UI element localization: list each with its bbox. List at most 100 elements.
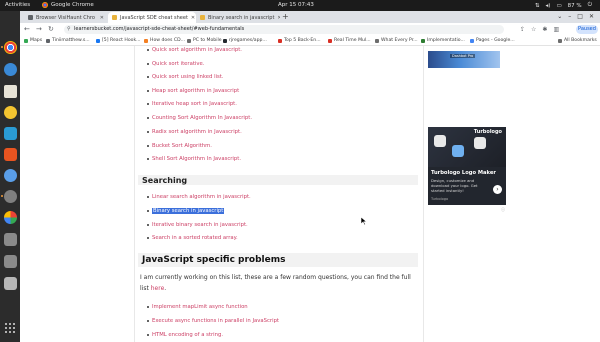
- tab-strip: Browser VisiHaunt Chro ✕ JavaScript SDE …: [20, 11, 600, 23]
- bookmark-icon: [144, 38, 148, 43]
- ad-banner[interactable]: Dashbot Pro: [428, 51, 500, 68]
- tab-visihaunt[interactable]: Browser VisiHaunt Chro ✕: [24, 12, 108, 23]
- bookmark-item[interactable]: rjregames/app...: [223, 38, 267, 43]
- list-item-link[interactable]: Counting Sort Algorithm In Javascript.: [146, 115, 252, 121]
- tab-binary-search[interactable]: Binary search in javascript ✕: [196, 12, 280, 23]
- reload-icon[interactable]: ↻: [48, 25, 54, 33]
- url-text: learnersbucket.com/javascript-sde-cheat-…: [74, 26, 245, 32]
- list-item-link[interactable]: HTML encoding of a string.: [146, 332, 223, 338]
- dock: [0, 11, 20, 342]
- writer-dock-icon[interactable]: [4, 127, 17, 140]
- bookmark-label: Maps: [30, 38, 43, 43]
- bookmark-label: What Every Pr...: [381, 38, 418, 43]
- running-indicator: [1, 195, 3, 197]
- close-icon[interactable]: ✕: [277, 15, 280, 21]
- list-item-link[interactable]: Bucket Sort Algorithm.: [147, 143, 212, 149]
- intro-text: I am currently working on this list, the…: [140, 274, 411, 292]
- bookmark-icon: [278, 38, 282, 43]
- list-item-link[interactable]: Heap sort algorithm in Javascript: [146, 88, 239, 94]
- back-icon[interactable]: ←: [24, 25, 30, 33]
- trash-dock-icon[interactable]: [4, 277, 17, 290]
- forward-icon[interactable]: →: [36, 25, 42, 33]
- sidepanel-icon[interactable]: ▥: [553, 26, 559, 33]
- volume-icon: ◂): [545, 2, 551, 9]
- ad-brand: Turbologo: [473, 129, 502, 135]
- bookmark-label: rjregames/app...: [229, 38, 267, 43]
- minimize-icon[interactable]: –: [568, 13, 571, 20]
- bookmark-icon: [223, 38, 227, 43]
- help-dock-icon[interactable]: [4, 169, 17, 182]
- new-tab-button[interactable]: +: [282, 12, 289, 21]
- bookmark-label: PC to Mobile: [193, 38, 222, 43]
- bookmark-item[interactable]: Implementatio...: [421, 38, 465, 43]
- robot-icon: [434, 135, 446, 147]
- close-window-icon[interactable]: ✕: [589, 13, 594, 20]
- bookmark-item[interactable]: [5] React Hook...: [96, 38, 141, 43]
- bookmark-item[interactable]: What Every Pr...: [375, 38, 418, 43]
- list-item-link[interactable]: Iterative heap sort in Javascript.: [147, 101, 237, 107]
- drive-dock-icon[interactable]: [4, 255, 17, 268]
- bookmark-item[interactable]: Tiniimatthew.s...: [46, 38, 90, 43]
- profile-button[interactable]: Paused: [576, 25, 598, 34]
- close-icon[interactable]: ✕: [191, 15, 195, 21]
- rhythmbox-dock-icon[interactable]: [4, 106, 17, 119]
- activities-button[interactable]: Activities: [5, 2, 30, 8]
- tab-search-icon[interactable]: ⌄: [557, 13, 562, 20]
- tab-cheat-sheet[interactable]: JavaScript SDE cheat sheet ✕: [108, 12, 196, 23]
- system-tray[interactable]: ⇅ ◂) ▭ 87 % ⏻: [535, 2, 592, 9]
- battery-level: 87 %: [567, 2, 582, 9]
- list-item-link[interactable]: Linear search algorithm in javascript.: [147, 194, 251, 200]
- chrome-dock-icon[interactable]: [4, 41, 17, 54]
- thunderbird-dock-icon[interactable]: [4, 63, 17, 76]
- show-apps-icon[interactable]: [5, 323, 15, 333]
- bookmark-item[interactable]: Real Time Mul...: [328, 38, 371, 43]
- battery-icon: ▭: [556, 2, 562, 9]
- list-item-link[interactable]: Shell Sort Algorithm In Javascript.: [146, 156, 241, 162]
- bookmark-label: How does CD...: [150, 38, 186, 43]
- clock[interactable]: Apr 15 07:43: [278, 2, 314, 8]
- tab-title: Browser VisiHaunt Chro: [36, 14, 95, 21]
- list-item-link-selected[interactable]: Binary search in javascript: [146, 208, 225, 214]
- folder-icon: [558, 38, 562, 43]
- bookmark-label: Tiniimatthew.s...: [52, 38, 90, 43]
- bookmark-star-icon[interactable]: ☆: [531, 26, 536, 33]
- window-controls: ⌄ – □ ✕: [557, 13, 594, 20]
- list-item-link[interactable]: Execute async functions in parallel in J…: [146, 318, 279, 324]
- all-bookmarks[interactable]: All Bookmarks: [558, 38, 597, 43]
- extensions-icon[interactable]: ✱: [542, 26, 547, 33]
- software-dock-icon[interactable]: [4, 148, 17, 161]
- list-item-link[interactable]: Search in a sorted rotated array.: [147, 235, 238, 241]
- tab-favicon-icon: [112, 15, 117, 20]
- ad-card[interactable]: Turbologo Turbologo Logo Maker Design, c…: [428, 127, 506, 205]
- files-dock-icon[interactable]: [4, 85, 17, 98]
- app-menu[interactable]: Google Chrome: [42, 2, 94, 8]
- ad-source: Turbologo: [431, 197, 449, 201]
- maximize-icon[interactable]: □: [577, 13, 583, 20]
- list-item-link[interactable]: Radix sort algorithm in Javascript.: [147, 129, 242, 135]
- chevron-right-icon[interactable]: ›: [493, 185, 502, 194]
- here-link[interactable]: here: [151, 285, 165, 292]
- ad-title: Turbologo Logo Maker: [431, 170, 496, 176]
- list-item-link[interactable]: Iterative binary search in javascript.: [147, 222, 248, 228]
- network-icon: ⇅: [534, 2, 540, 9]
- list-item-link[interactable]: Quick sort iterative.: [146, 61, 204, 67]
- drive-dock-icon[interactable]: [4, 233, 17, 246]
- bookmark-item[interactable]: Pages - Google...: [470, 38, 515, 43]
- list-item-link[interactable]: Quick sort algorithm in Javascript.: [147, 47, 242, 53]
- address-bar[interactable]: ⚲ learnersbucket.com/javascript-sde-chea…: [64, 25, 504, 34]
- list-item-link[interactable]: Quick sort using linked list.: [147, 74, 224, 80]
- list-item-link[interactable]: Implement mapLimit async function: [147, 304, 248, 310]
- toolbar: ← → ↻ ⚲ learnersbucket.com/javascript-sd…: [20, 23, 600, 36]
- settings-dock-icon[interactable]: [4, 190, 17, 203]
- bookmark-item[interactable]: Maps: [24, 38, 42, 43]
- bookmark-item[interactable]: Top 5 Back-En...: [278, 38, 321, 43]
- close-icon[interactable]: ✕: [100, 15, 104, 21]
- bookmark-item[interactable]: How does CD...: [144, 38, 185, 43]
- site-info-icon[interactable]: ⚲: [67, 25, 71, 34]
- ad-banner-tag: Dashbot Pro: [450, 54, 476, 58]
- share-icon[interactable]: ⇪: [520, 26, 525, 33]
- bookmark-item[interactable]: PC to Mobile: [187, 38, 222, 43]
- bookmark-label: Top 5 Back-En...: [284, 38, 321, 43]
- slack-dock-icon[interactable]: [4, 211, 17, 224]
- adchoices-icon[interactable]: ⓘ: [501, 207, 505, 213]
